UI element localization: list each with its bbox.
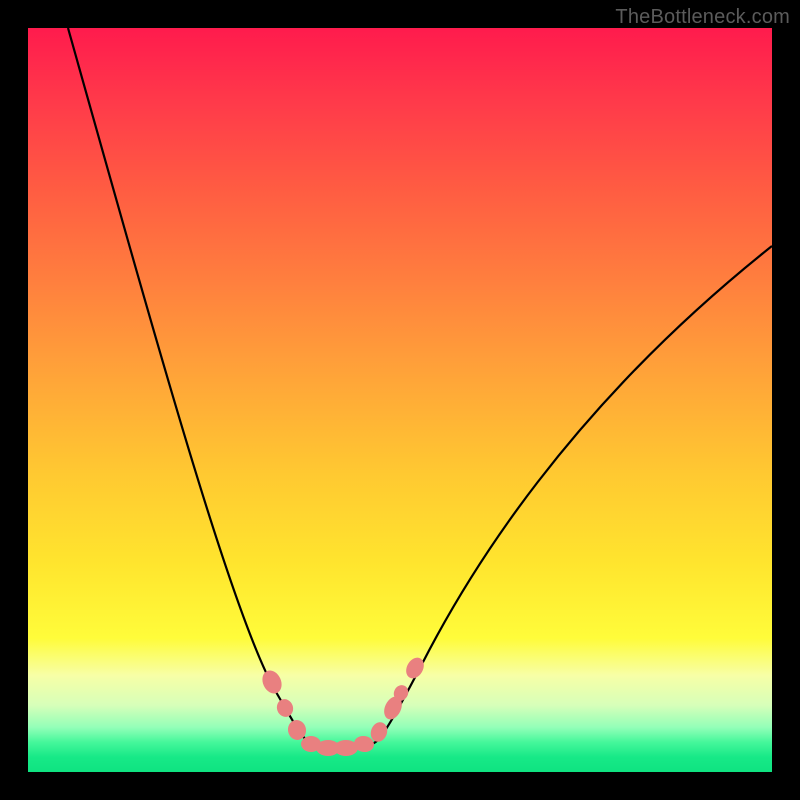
curve-markers (259, 654, 428, 756)
curve-marker (274, 697, 295, 719)
chart-frame: TheBottleneck.com (0, 0, 800, 800)
bottleneck-curve-svg (28, 28, 772, 772)
plot-area (28, 28, 772, 772)
watermark-text: TheBottleneck.com (615, 6, 790, 29)
bottleneck-curve (68, 28, 772, 748)
curve-marker (259, 667, 285, 696)
